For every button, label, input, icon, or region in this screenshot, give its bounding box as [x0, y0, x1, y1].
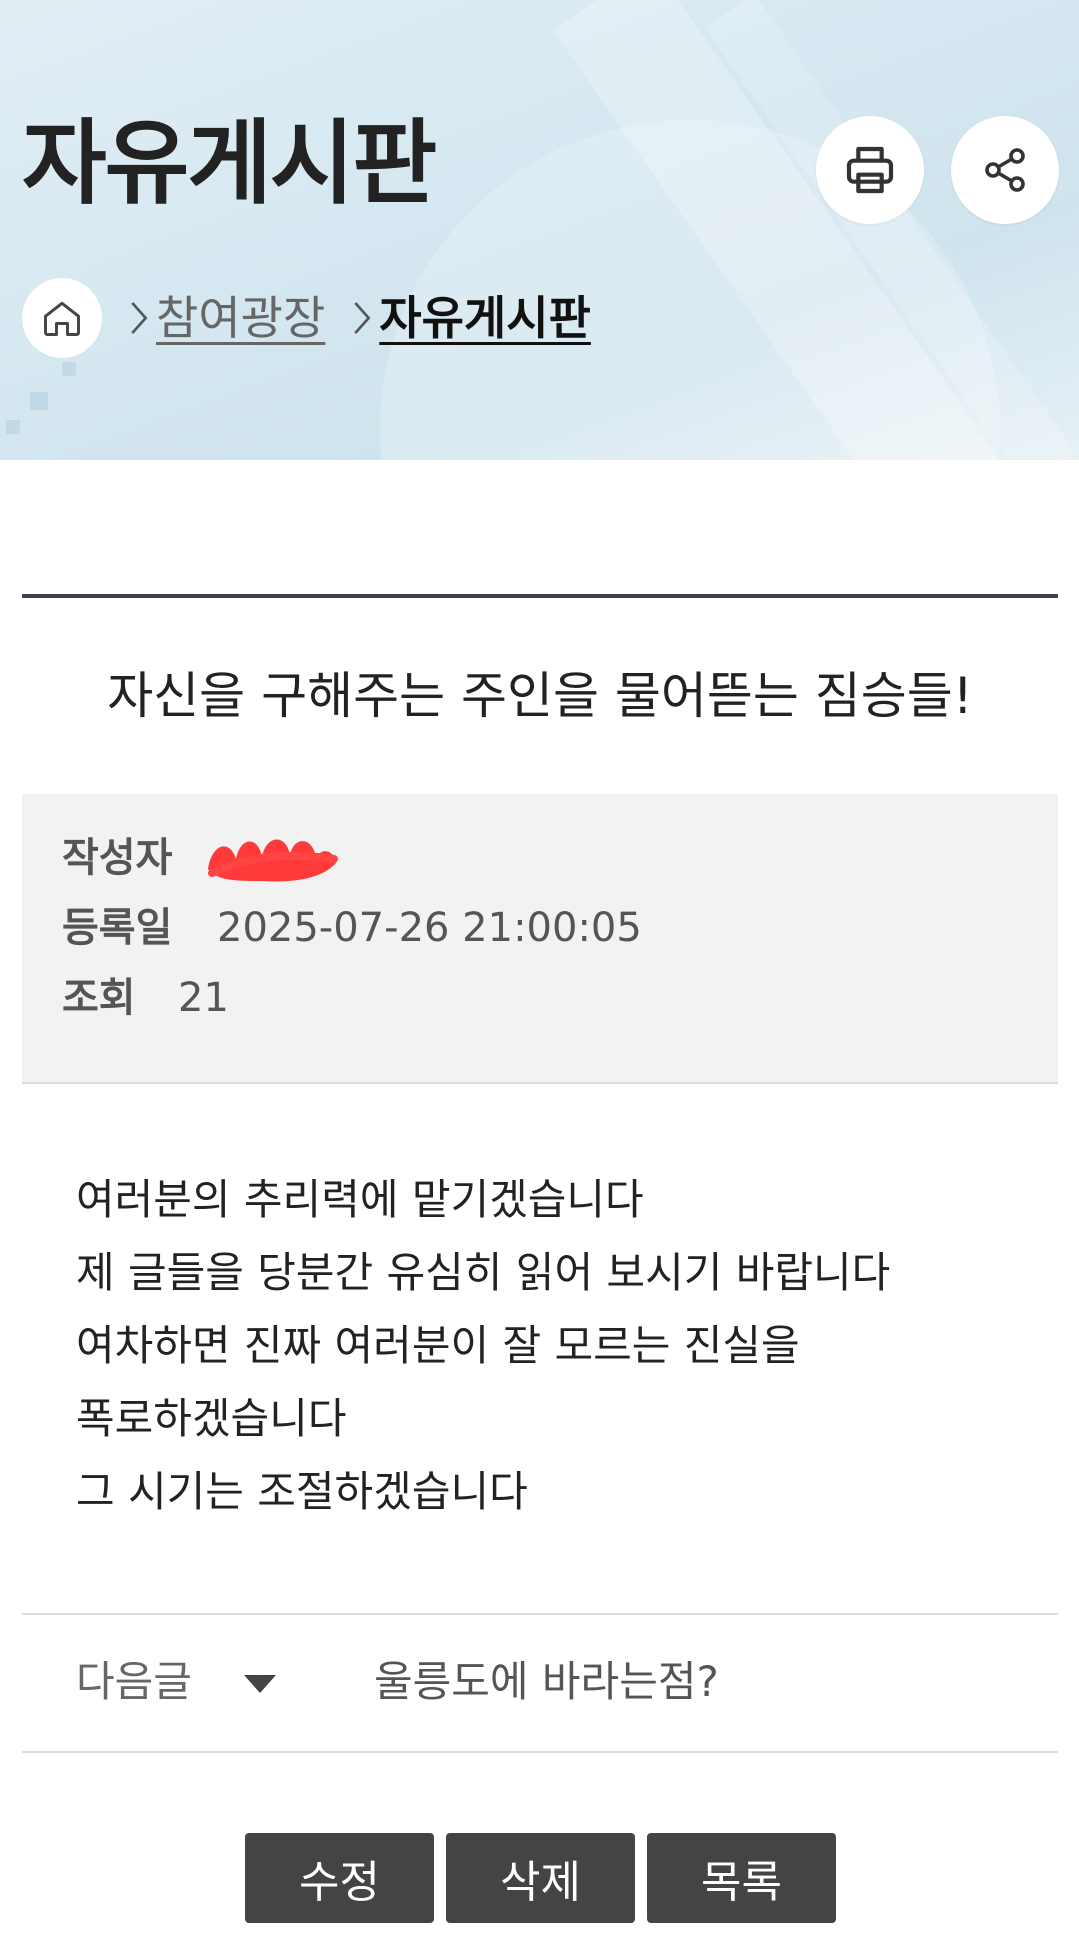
edit-button[interactable]: 수정	[245, 1833, 434, 1923]
share-button[interactable]	[951, 116, 1059, 224]
banner-decoration	[62, 362, 76, 376]
print-button[interactable]	[816, 116, 924, 224]
chevron-right-icon	[128, 298, 150, 338]
meta-date-row: 등록일 2025-07-26 21:00:05	[62, 898, 642, 958]
next-post-row: 다음글 울릉도에 바라는점?	[22, 1613, 1058, 1753]
body-line: 그 시기는 조절하겠습니다	[76, 1467, 528, 1516]
banner-decoration	[30, 392, 48, 410]
breadcrumb-item-participation[interactable]: 참여광장	[156, 288, 325, 348]
action-buttons: 수정 삭제 목록	[245, 1833, 836, 1923]
banner-decoration	[6, 420, 20, 434]
author-label: 작성자	[62, 835, 173, 881]
home-link[interactable]	[22, 278, 102, 358]
share-icon	[985, 148, 1025, 192]
next-post-link[interactable]: 울릉도에 바라는점?	[374, 1649, 719, 1715]
date-value: 2025-07-26 21:00:05	[217, 905, 642, 951]
delete-button[interactable]: 삭제	[446, 1833, 635, 1923]
post-title: 자신을 구해주는 주인을 물어뜯는 짐승들!	[107, 667, 973, 725]
body-line: 여차하면 진짜 여러분이 잘 모르는 진실을	[76, 1321, 800, 1370]
caret-down-icon	[244, 1675, 276, 1693]
date-label: 등록일	[62, 905, 173, 951]
page-title: 자유게시판	[22, 110, 437, 217]
breadcrumb-item-free-board[interactable]: 자유게시판	[379, 288, 591, 348]
redacted-author-scribble	[208, 839, 338, 882]
header-banner: 자유게시판 참여광장 자유게시판	[0, 0, 1079, 460]
breadcrumb: 참여광장 자유게시판	[22, 276, 591, 360]
body-line: 제 글들을 당분간 유심히 읽어 보시기 바랍니다	[76, 1248, 891, 1297]
list-button[interactable]: 목록	[647, 1833, 836, 1923]
body-line: 폭로하겠습니다	[76, 1394, 347, 1443]
home-icon	[44, 301, 80, 336]
body-line: 여러분의 추리력에 맡기겠습니다	[76, 1175, 644, 1224]
meta-author-row: 작성자	[62, 828, 342, 888]
post-body: 여러분의 추리력에 맡기겠습니다 제 글들을 당분간 유심히 읽어 보시기 바랍…	[76, 1163, 1016, 1528]
views-value: 21	[178, 975, 229, 1021]
content-divider	[22, 594, 1058, 598]
meta-views-row: 조회 21	[62, 968, 229, 1028]
views-label: 조회	[62, 975, 136, 1021]
next-post-label: 다음글	[76, 1657, 192, 1706]
printer-icon	[846, 146, 894, 194]
post-meta: 작성자 등록일 2025-07-26 21:00:05 조회 21	[22, 794, 1058, 1084]
chevron-right-icon	[351, 298, 373, 338]
